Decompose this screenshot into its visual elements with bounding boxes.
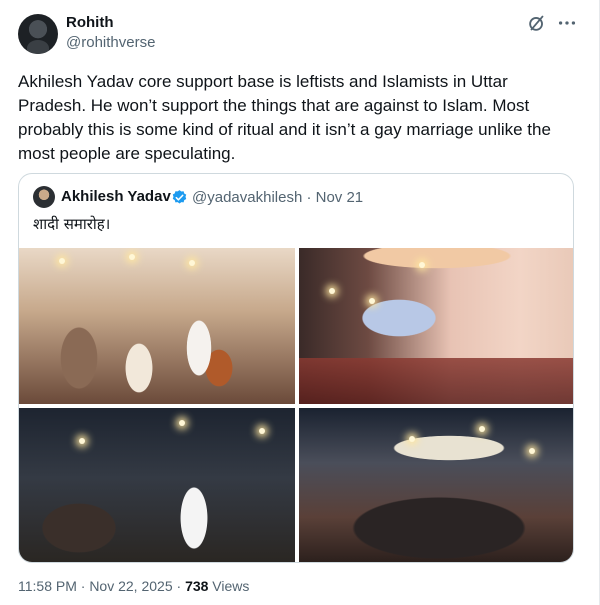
tweet-timestamp[interactable]: 11:58 PM · Nov 22, 2025 ·: [18, 578, 185, 594]
author-name[interactable]: Rohith: [66, 14, 113, 31]
more-options-icon[interactable]: [556, 12, 578, 34]
quoted-author-name: Akhilesh Yadav: [61, 188, 171, 205]
tweet-meta: 11:58 PM · Nov 22, 2025 · 738 Views: [18, 578, 249, 594]
quoted-tweet[interactable]: Akhilesh Yadav @yadavakhilesh · Nov 21 श…: [18, 173, 574, 563]
tweet-text: Akhilesh Yadav core support base is left…: [18, 72, 551, 163]
banquet-hall-photo[interactable]: [299, 248, 573, 404]
grok-icon[interactable]: [526, 12, 548, 34]
verified-badge-icon: [172, 190, 187, 204]
crowd-greeting-photo[interactable]: [19, 408, 295, 562]
views-count: 738: [185, 578, 209, 594]
quoted-author-handle: @yadavakhilesh · Nov 21: [192, 189, 364, 206]
views-label: Views: [208, 578, 250, 594]
wedding-stage-photo[interactable]: [19, 248, 295, 404]
tweet-card: Rohith @rohithverse Akhilesh Yadav core …: [0, 0, 600, 605]
quoted-tweet-text: शादी समारोह।: [33, 215, 111, 233]
photo-grid: [19, 248, 573, 562]
night-crowd-photo[interactable]: [299, 408, 573, 562]
quoted-author-avatar: [33, 186, 55, 208]
author-avatar[interactable]: [18, 14, 58, 54]
author-handle[interactable]: @rohithverse: [66, 34, 155, 51]
